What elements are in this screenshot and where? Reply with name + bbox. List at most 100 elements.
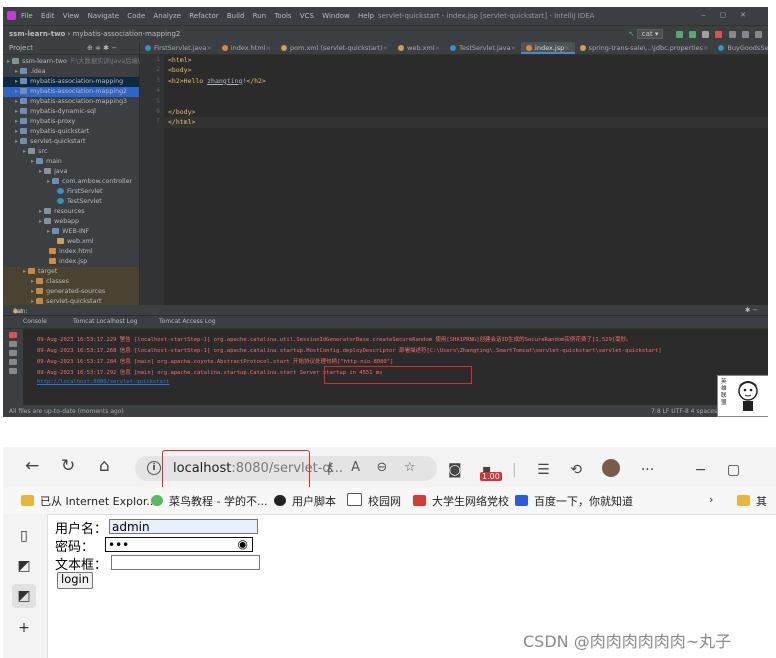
- tree-item[interactable]: ▸ mybatis-dynamic-sql: [15, 107, 96, 117]
- tree-item[interactable]: ▸ mybatis-association-mapping2: [15, 87, 127, 97]
- expand-arrow-icon[interactable]: ▸: [15, 138, 18, 145]
- close-tab-icon[interactable]: ×: [265, 44, 270, 54]
- menu-run[interactable]: Run: [253, 12, 266, 20]
- console-url-link[interactable]: http://localhost:8080/servlet-quickstart: [37, 379, 169, 385]
- scroll-to-end-icon[interactable]: [9, 359, 17, 365]
- sidebar-app-active-icon[interactable]: ◩: [12, 584, 36, 608]
- tab-tomcat-localhost-log[interactable]: Tomcat Localhost Log: [73, 318, 138, 325]
- profile-avatar[interactable]: [602, 459, 621, 477]
- expand-arrow-icon[interactable]: ▸: [31, 298, 34, 305]
- code-editor[interactable]: <html> <body> <h2>Hello zhangting!</h2> …: [164, 55, 768, 307]
- menu-navigate[interactable]: Navigate: [88, 12, 119, 20]
- bookmark-item[interactable]: 其: [737, 493, 767, 509]
- expand-arrow-icon[interactable]: ▸: [15, 118, 18, 125]
- settings-icon[interactable]: [728, 30, 736, 38]
- rerun-icon[interactable]: [9, 332, 17, 338]
- menu-analyze[interactable]: Analyze: [153, 12, 181, 20]
- project-panel-label[interactable]: Project: [9, 44, 33, 52]
- breadcrumb-project[interactable]: ssm-learn-two: [9, 30, 65, 38]
- tree-item[interactable]: index.jsp: [47, 257, 87, 267]
- more-menu-icon[interactable]: ···: [641, 462, 654, 478]
- tab-tomcat-access-log[interactable]: Tomcat Access Log: [159, 318, 216, 325]
- menu-file[interactable]: File: [21, 12, 33, 20]
- expand-arrow-icon[interactable]: ▸: [23, 148, 26, 155]
- favorite-add-icon[interactable]: ☆: [404, 460, 416, 475]
- maximize-icon[interactable]: ▢: [727, 462, 740, 478]
- run-config-select[interactable]: cat ▾: [636, 29, 664, 39]
- expand-arrow-icon[interactable]: ▸: [23, 268, 26, 275]
- print-icon[interactable]: [9, 368, 17, 374]
- tree-item[interactable]: ▸ classes: [31, 277, 69, 287]
- tree-item[interactable]: web.xml: [55, 237, 94, 247]
- bookmarks-overflow-icon[interactable]: ›: [709, 493, 713, 506]
- bookmark-item[interactable]: 已从 Internet Explor...: [21, 493, 157, 509]
- expand-arrow-icon[interactable]: ▸: [15, 78, 18, 85]
- menu-help[interactable]: Help: [358, 12, 374, 20]
- bookmark-item[interactable]: 百度一下，你就知道: [515, 493, 633, 509]
- project-panel-tools-icon[interactable]: ⊕ ≑ ✱ −: [87, 44, 117, 52]
- menu-window[interactable]: Window: [322, 12, 350, 20]
- username-input[interactable]: admin: [109, 519, 258, 534]
- editor-tab[interactable]: pom.xml (servlet-quickstart) ×: [276, 42, 393, 54]
- tree-item[interactable]: ▸ servlet-quickstart: [15, 137, 86, 147]
- tree-item[interactable]: ▸ com.ambow.controller: [47, 177, 132, 187]
- expand-arrow-icon[interactable]: ▸: [31, 278, 34, 285]
- tree-item[interactable]: ▸ mybatis-proxy: [15, 117, 75, 127]
- editor-tab[interactable]: web.xml ×: [393, 42, 445, 54]
- password-input[interactable]: ••• ◉: [105, 537, 253, 552]
- expand-arrow-icon[interactable]: ▸: [47, 228, 50, 235]
- expand-arrow-icon[interactable]: ▸: [7, 58, 10, 65]
- sidebar-app-icon[interactable]: ◩: [12, 554, 36, 578]
- editor-tab[interactable]: spring-trans-sale\...\jdbc.properties ×: [575, 42, 714, 54]
- tree-item[interactable]: ▸ webapp: [39, 217, 79, 227]
- tab-actions-icon[interactable]: ▯: [12, 524, 36, 548]
- expand-arrow-icon[interactable]: ▸: [15, 128, 18, 135]
- breadcrumb-module[interactable]: mybatis-association-mapping2: [73, 30, 181, 38]
- tree-item[interactable]: ▸ main: [31, 157, 62, 167]
- tree-item[interactable]: TestServlet: [55, 197, 102, 207]
- run-panel-settings-icon[interactable]: ✱ −: [745, 306, 758, 314]
- tab-console[interactable]: Console: [23, 318, 47, 325]
- menu-build[interactable]: Build: [227, 12, 245, 20]
- add-app-icon[interactable]: +: [12, 616, 36, 640]
- run-icon[interactable]: [675, 30, 683, 38]
- expand-arrow-icon[interactable]: ▸: [15, 68, 18, 75]
- expand-arrow-icon[interactable]: ▸: [31, 288, 34, 295]
- close-tab-icon[interactable]: ×: [511, 44, 516, 54]
- search-everywhere-icon[interactable]: [755, 30, 762, 38]
- menu-view[interactable]: View: [63, 12, 80, 20]
- stop-run-icon[interactable]: [9, 341, 17, 347]
- refresh-icon[interactable]: ↻: [61, 456, 75, 476]
- build-hammer-icon[interactable]: ↖: [629, 30, 635, 38]
- editor-tab[interactable]: index.jsp ×: [521, 42, 575, 54]
- zoom-icon[interactable]: ⊖: [377, 460, 388, 475]
- close-tab-icon[interactable]: ×: [435, 44, 440, 54]
- close-tab-icon[interactable]: ×: [564, 44, 569, 54]
- tree-item[interactable]: ▸ mybatis-association-mapping: [15, 77, 123, 87]
- restore-layout-icon[interactable]: [9, 350, 17, 356]
- expand-arrow-icon[interactable]: ▸: [15, 98, 18, 105]
- menu-refactor[interactable]: Refactor: [189, 12, 218, 20]
- favorites-icon[interactable]: ☰: [537, 462, 550, 478]
- menu-code[interactable]: Code: [127, 12, 145, 20]
- expand-arrow-icon[interactable]: ▸: [39, 168, 42, 175]
- back-arrow-icon[interactable]: ←: [25, 456, 39, 476]
- menu-vcs[interactable]: VCS: [300, 12, 314, 20]
- stop-icon[interactable]: [715, 30, 723, 38]
- tree-item[interactable]: ▸ java: [39, 167, 67, 177]
- history-icon[interactable]: ⟲: [570, 462, 582, 478]
- tree-item[interactable]: FirstServlet: [55, 187, 103, 197]
- home-icon[interactable]: ⌂: [99, 456, 110, 476]
- close-tab-icon[interactable]: ×: [703, 44, 708, 54]
- bookmark-item[interactable]: 校园网: [347, 493, 401, 509]
- read-aloud-icon[interactable]: A: [351, 460, 360, 475]
- reveal-password-icon[interactable]: ◉: [238, 537, 248, 552]
- menu-edit[interactable]: Edit: [41, 12, 55, 20]
- tree-item[interactable]: ▸ WEB-INF: [47, 227, 89, 237]
- editor-tab[interactable]: FirstServlet.java ×: [140, 42, 217, 54]
- close-tab-icon[interactable]: ×: [206, 44, 211, 54]
- tree-item[interactable]: ▸ generated-sources: [31, 287, 105, 297]
- coverage-icon[interactable]: [702, 30, 710, 38]
- bookmark-item[interactable]: 菜鸟教程 - 学的不...: [151, 493, 267, 509]
- expand-arrow-icon[interactable]: ▸: [39, 208, 42, 215]
